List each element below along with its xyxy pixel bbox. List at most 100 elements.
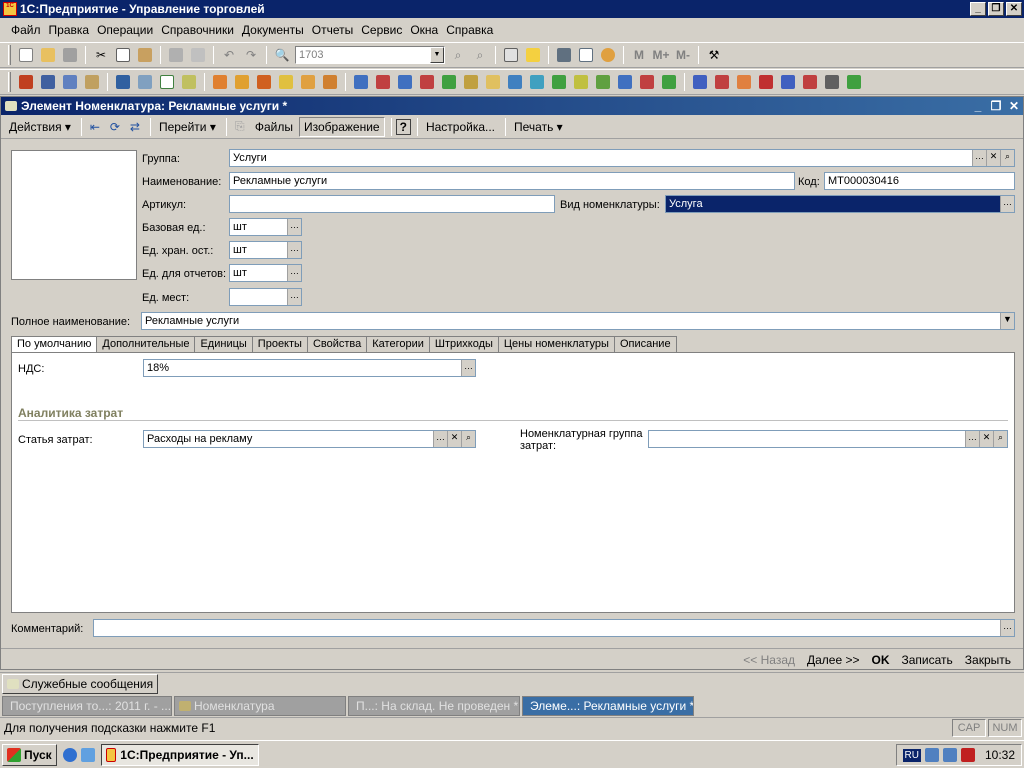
search-icon[interactable]: ⌕: [461, 431, 475, 447]
memory-m-button[interactable]: M: [629, 45, 649, 65]
comment-field[interactable]: …: [93, 619, 1015, 637]
windows-icon[interactable]: [501, 45, 521, 65]
ellipsis-icon[interactable]: …: [287, 265, 301, 281]
tab-description[interactable]: Описание: [613, 336, 677, 353]
doc-icon-5[interactable]: [439, 72, 459, 92]
warehouse-icon[interactable]: [60, 72, 80, 92]
place-unit-field[interactable]: …: [229, 288, 302, 306]
report-icon-3[interactable]: [734, 72, 754, 92]
restore-button[interactable]: ❐: [988, 2, 1004, 16]
doc-icon-13[interactable]: [615, 72, 635, 92]
chevron-down-icon[interactable]: ▼: [430, 47, 444, 63]
doc-icon-3[interactable]: [395, 72, 415, 92]
kind-field[interactable]: Услуга …: [665, 195, 1015, 213]
doc-restore-button[interactable]: ❐: [987, 99, 1005, 113]
help-button[interactable]: ?: [395, 118, 411, 135]
doc-icon-4[interactable]: [417, 72, 437, 92]
clear-icon[interactable]: ✕: [986, 150, 1000, 166]
ellipsis-icon[interactable]: …: [461, 360, 475, 376]
price-icon-3[interactable]: [254, 72, 274, 92]
menu-windows[interactable]: Окна: [407, 21, 441, 39]
ok-button[interactable]: OK: [866, 651, 896, 669]
full-name-field[interactable]: Рекламные услуги ▼: [141, 312, 1015, 330]
save-icon[interactable]: [60, 45, 80, 65]
ellipsis-icon[interactable]: …: [287, 289, 301, 305]
ie-icon[interactable]: [62, 747, 77, 762]
report-icon-6[interactable]: [800, 72, 820, 92]
1c-icon[interactable]: [523, 45, 543, 65]
service-messages-button[interactable]: Служебные сообщения: [2, 674, 159, 694]
open-icon[interactable]: [38, 45, 58, 65]
undo-icon[interactable]: ↶: [219, 45, 239, 65]
exchange-icon[interactable]: ⇄: [126, 118, 144, 136]
tab-properties[interactable]: Свойства: [306, 336, 368, 353]
price-icon-5[interactable]: [298, 72, 318, 92]
ellipsis-icon[interactable]: …: [972, 150, 986, 166]
minimize-button[interactable]: _: [970, 2, 986, 16]
find-prev-icon[interactable]: ⌕: [470, 45, 490, 65]
report-icon-8[interactable]: [844, 72, 864, 92]
menu-service[interactable]: Сервис: [358, 21, 405, 39]
tab-prices[interactable]: Цены номенклатуры: [497, 336, 615, 353]
article-field[interactable]: [229, 195, 555, 213]
menu-operations[interactable]: Операции: [94, 21, 156, 39]
report-icon-2[interactable]: [712, 72, 732, 92]
show-desktop-icon[interactable]: [80, 747, 95, 762]
tab-projects[interactable]: Проекты: [251, 336, 308, 353]
tab-units[interactable]: Единицы: [194, 336, 253, 353]
next-button[interactable]: Далее >>: [801, 651, 866, 669]
doc-icon-1[interactable]: [351, 72, 371, 92]
doc-close-button[interactable]: ✕: [1005, 99, 1023, 113]
price-icon-6[interactable]: [320, 72, 340, 92]
item-picture[interactable]: [11, 150, 137, 280]
table-icon[interactable]: [135, 72, 155, 92]
grid-icon[interactable]: [157, 72, 177, 92]
back-arrow-icon[interactable]: ⇤: [86, 118, 104, 136]
register-icon[interactable]: [82, 72, 102, 92]
redo-icon[interactable]: ↷: [241, 45, 261, 65]
settings-button[interactable]: Настройка...: [422, 118, 499, 136]
name-field[interactable]: Рекламные услуги: [229, 172, 795, 190]
start-button[interactable]: Пуск: [2, 743, 57, 766]
chevron-down-icon[interactable]: ▼: [1000, 313, 1014, 329]
network-icon-2[interactable]: [942, 748, 957, 762]
menu-file[interactable]: Файл: [8, 21, 44, 39]
user-icon[interactable]: [598, 45, 618, 65]
catalog-icon[interactable]: [16, 72, 36, 92]
base-unit-field[interactable]: шт …: [229, 218, 302, 236]
window-tab-nomenclature[interactable]: Номенклатура: [174, 696, 346, 716]
doc-icon-8[interactable]: [505, 72, 525, 92]
calendar-icon[interactable]: [576, 45, 596, 65]
cut-icon[interactable]: ✂: [91, 45, 111, 65]
price-icon-4[interactable]: [276, 72, 296, 92]
menu-reports[interactable]: Отчеты: [309, 21, 356, 39]
back-button[interactable]: << Назад: [737, 651, 801, 669]
report-icon-5[interactable]: [778, 72, 798, 92]
new-icon[interactable]: [16, 45, 36, 65]
app-titlebar[interactable]: 1C 1С:Предприятие - Управление торговлей…: [0, 0, 1024, 18]
ellipsis-icon[interactable]: …: [287, 219, 301, 235]
image-button[interactable]: Изображение: [299, 116, 385, 137]
window-tab-element[interactable]: Элеме...: Рекламные услуги *: [522, 696, 694, 716]
price-icon-2[interactable]: [232, 72, 252, 92]
tab-additional[interactable]: Дополнительные: [96, 336, 196, 353]
search-combo[interactable]: 1703 ▼: [295, 46, 445, 64]
calculator-icon[interactable]: [554, 45, 574, 65]
refresh-icon[interactable]: ⟳: [106, 118, 124, 136]
find-next-icon[interactable]: ⌕: [448, 45, 468, 65]
doc-icon-11[interactable]: [571, 72, 591, 92]
taskbar-task-1c[interactable]: 1С:Предприятие - Уп...: [100, 743, 259, 766]
paperclip-icon[interactable]: ⎘: [231, 118, 249, 136]
actions-button[interactable]: Действия ▾: [5, 118, 75, 136]
doc-icon-2[interactable]: [373, 72, 393, 92]
doc-icon-15[interactable]: [659, 72, 679, 92]
tab-categories[interactable]: Категории: [366, 336, 430, 353]
price-icon-1[interactable]: [210, 72, 230, 92]
clear-icon[interactable]: ✕: [979, 431, 993, 447]
contractors-icon[interactable]: [113, 72, 133, 92]
menu-documents[interactable]: Документы: [239, 21, 307, 39]
ellipsis-icon[interactable]: …: [1000, 196, 1014, 212]
ellipsis-icon[interactable]: …: [965, 431, 979, 447]
save-button[interactable]: Записать: [896, 651, 959, 669]
doc-icon-6[interactable]: [461, 72, 481, 92]
